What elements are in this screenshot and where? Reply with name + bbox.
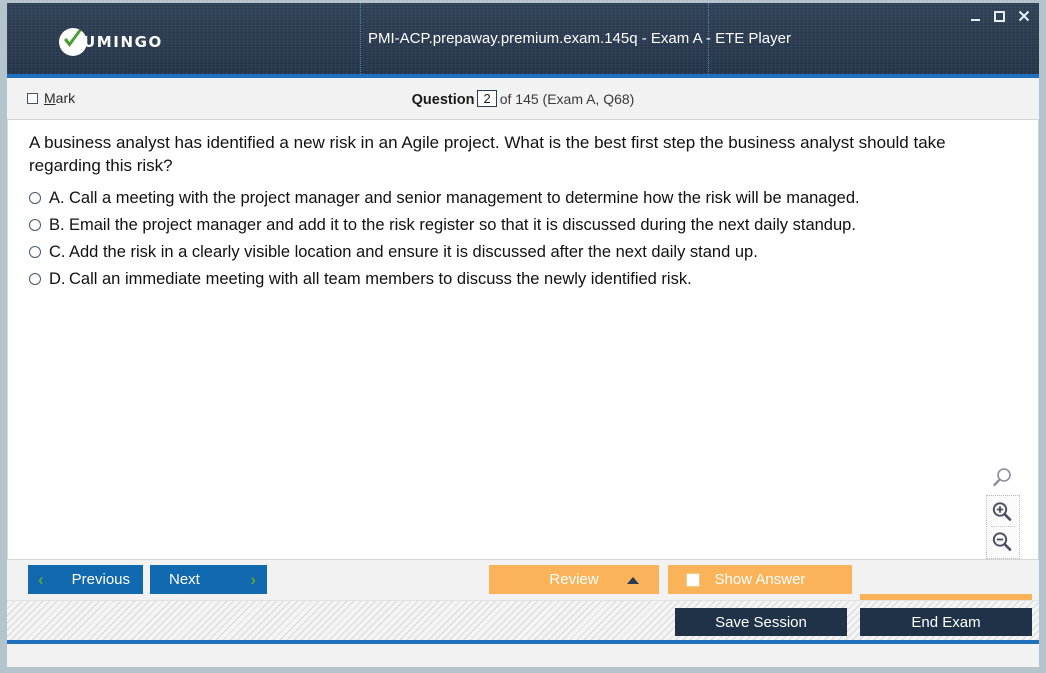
chevron-right-icon: › (250, 570, 256, 589)
zoom-tools-panel (986, 464, 1020, 559)
save-session-button[interactable]: Save Session (675, 608, 847, 636)
maximize-button[interactable] (992, 8, 1007, 24)
next-button[interactable]: Next › (150, 565, 267, 594)
question-header-bar: Mark Question 2 of 145 (Exam A, Q68) (7, 78, 1039, 120)
answer-option-d[interactable]: D. Call an immediate meeting with all te… (29, 269, 1018, 290)
option-letter-c: C. (49, 243, 66, 261)
app-logo: UMINGO (59, 27, 163, 57)
app-logo-text: UMINGO (83, 33, 163, 51)
question-number-field[interactable]: 2 (477, 90, 497, 107)
show-answer-checkbox[interactable] (686, 573, 700, 587)
option-letter-d: D. (49, 270, 66, 288)
previous-button[interactable]: ‹ Previous (28, 565, 143, 594)
zoom-in-icon[interactable] (987, 498, 1017, 526)
zoom-buttons-group (986, 495, 1020, 559)
chevron-left-icon: ‹ (38, 570, 44, 589)
navigation-toolbar: ‹ Previous Next › Review Show Answer Sho… (7, 559, 1039, 623)
magnifier-icon[interactable] (988, 464, 1018, 492)
answer-options-list: A. Call a meeting with the project manag… (29, 188, 1018, 296)
radio-button-b[interactable] (29, 219, 41, 231)
option-letter-b: B. (49, 216, 65, 234)
option-text-b: Email the project manager and add it to … (69, 216, 856, 234)
radio-button-d[interactable] (29, 273, 41, 285)
answer-option-b[interactable]: B. Email the project manager and add it … (29, 215, 1018, 236)
close-button[interactable] (1016, 8, 1031, 24)
question-text: A business analyst has identified a new … (29, 133, 946, 175)
answer-option-a[interactable]: A. Call a meeting with the project manag… (29, 188, 1018, 209)
window-controls (968, 7, 1031, 25)
question-content-area: A business analyst has identified a new … (7, 120, 1039, 559)
end-exam-label: End Exam (911, 613, 981, 631)
radio-button-a[interactable] (29, 192, 41, 204)
show-answer-button[interactable]: Show Answer (668, 565, 852, 594)
status-bar: Save Session End Exam (7, 600, 1039, 644)
ete-player-window: UMINGO PMI-ACP.prepaway.premium.exam.145… (0, 0, 1046, 673)
show-answer-label: Show Answer (714, 571, 806, 588)
minimize-button[interactable] (968, 7, 983, 25)
statusbar-accent-line (7, 640, 1039, 644)
option-letter-a: A. (49, 189, 65, 207)
title-bar: UMINGO PMI-ACP.prepaway.premium.exam.145… (7, 3, 1039, 74)
triangle-up-icon (627, 577, 639, 584)
radio-button-c[interactable] (29, 246, 41, 258)
answer-option-c[interactable]: C. Add the risk in a clearly visible loc… (29, 242, 1018, 263)
review-button-label: Review (549, 571, 599, 588)
question-word: Question (411, 92, 475, 108)
question-counter: Question 2 of 145 (Exam A, Q68) (7, 90, 1039, 108)
option-text-d: Call an immediate meeting with all team … (69, 270, 692, 288)
zoom-out-icon[interactable] (987, 528, 1017, 556)
option-text-c: Add the risk in a clearly visible locati… (69, 243, 758, 261)
next-button-label: Next (169, 571, 200, 588)
end-exam-button[interactable]: End Exam (860, 608, 1032, 636)
previous-button-label: Previous (71, 571, 130, 588)
review-button[interactable]: Review (489, 565, 659, 594)
titlebar-divider-left (360, 3, 361, 74)
question-total-text: of 145 (Exam A, Q68) (499, 91, 635, 107)
save-session-label: Save Session (715, 613, 807, 631)
window-title: PMI-ACP.prepaway.premium.exam.145q - Exa… (368, 30, 791, 47)
option-text-a: Call a meeting with the project manager … (69, 189, 860, 207)
check-circle-icon (59, 28, 87, 56)
